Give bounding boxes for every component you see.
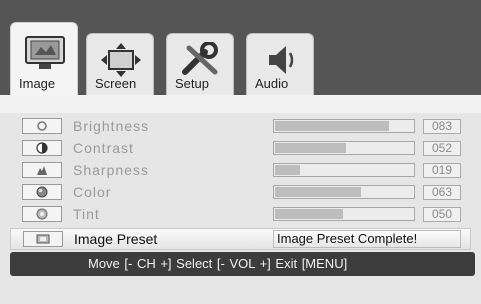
setting-row-brightness[interactable]: Brightness 083 [10, 116, 471, 138]
tint-icon [36, 208, 48, 220]
setting-value: 063 [423, 185, 461, 200]
slider-fill [275, 165, 300, 175]
image-preset-status[interactable]: Image Preset Complete! [273, 230, 461, 248]
slider-fill [275, 121, 390, 131]
color-slider[interactable] [273, 185, 415, 199]
tv-icon [25, 36, 65, 69]
setting-row-color[interactable]: Color 063 [10, 182, 471, 204]
sharpness-icon [37, 166, 47, 175]
setting-row-tint[interactable]: Tint 050 [10, 204, 471, 226]
tab-setup[interactable]: Setup [166, 33, 234, 95]
setting-value: 019 [423, 163, 461, 178]
setting-row-image-preset[interactable]: Image Preset Image Preset Complete! [10, 228, 471, 250]
setting-label: Contrast [73, 140, 134, 156]
tab-audio-label: Audio [255, 76, 289, 91]
osd-menu: Image Screen Setup Audio Brightness 083 … [0, 0, 481, 304]
tab-image[interactable]: Image [10, 22, 78, 95]
color-icon [36, 186, 48, 198]
speaker-icon [269, 46, 294, 74]
tab-setup-label: Setup [175, 76, 209, 91]
brightness-slider[interactable] [273, 119, 415, 133]
image-preset-label: Image Preset [74, 231, 158, 247]
setting-icon-box [22, 118, 62, 134]
tab-image-label: Image [19, 76, 56, 91]
setting-label: Tint [73, 206, 100, 222]
setting-label: Color [73, 184, 112, 200]
tab-screen-label: Screen [95, 76, 137, 91]
navigation-help-bar: Move [- CH +] Select [- VOL +] Exit [MEN… [10, 252, 475, 276]
setting-icon-box [22, 206, 62, 222]
setting-row-contrast[interactable]: Contrast 052 [10, 138, 471, 160]
setting-icon-box [22, 140, 62, 156]
setting-value: 083 [423, 119, 461, 134]
tab-screen[interactable]: Screen [86, 33, 154, 95]
slider-fill [275, 187, 362, 197]
preset-icon [36, 234, 50, 244]
contrast-slider[interactable] [273, 141, 415, 155]
navigation-help-text: Move [- CH +] Select [- VOL +] Exit [MEN… [88, 256, 348, 271]
tab-bar: Image Screen Setup Audio [0, 0, 481, 95]
sharpness-slider[interactable] [273, 163, 415, 177]
setting-label: Brightness [73, 118, 150, 134]
slider-fill [275, 209, 343, 219]
setting-row-sharpness[interactable]: Sharpness 019 [10, 160, 471, 182]
setting-icon-box [22, 184, 62, 200]
sun-icon [37, 121, 47, 131]
contrast-icon [36, 142, 48, 154]
slider-fill [275, 143, 346, 153]
setting-value: 050 [423, 207, 461, 222]
tab-audio[interactable]: Audio [246, 33, 314, 95]
move-arrows-icon [101, 43, 141, 77]
divider-strip [0, 95, 481, 113]
setting-value: 052 [423, 141, 461, 156]
setting-icon-box [23, 231, 63, 247]
setting-icon-box [22, 162, 62, 178]
setting-label: Sharpness [73, 162, 149, 178]
tint-slider[interactable] [273, 207, 415, 221]
wrench-icon [182, 42, 218, 75]
